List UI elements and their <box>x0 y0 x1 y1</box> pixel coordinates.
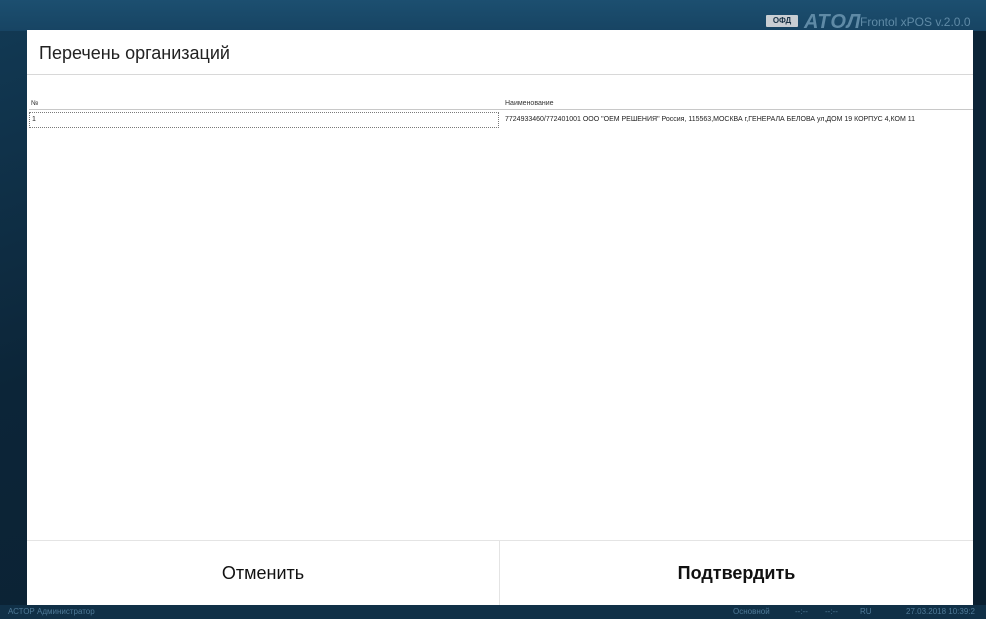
app-version: Frontol xPOS v.2.0.0 <box>860 15 971 29</box>
top-bar: ОФД АТОЛ Frontol xPOS v.2.0.0 <box>0 0 986 33</box>
table-row[interactable]: 1 7724933460/772401001 ООО "ОЕМ РЕШЕНИЯ"… <box>29 112 973 128</box>
cancel-button[interactable]: Отменить <box>27 541 499 605</box>
title-divider <box>27 74 973 75</box>
organizations-table: № Наименование 1 7724933460/772401001 ОО… <box>29 98 973 128</box>
status-mode: Основной <box>733 607 770 616</box>
header-divider <box>29 109 973 110</box>
brand-logo: АТОЛ <box>804 11 862 33</box>
row-name-cell[interactable]: 7724933460/772401001 ООО "ОЕМ РЕШЕНИЯ" Р… <box>503 112 973 128</box>
status-time-1: --:-- <box>795 607 808 616</box>
organizations-dialog: Перечень организаций № Наименование 1 77… <box>27 30 973 605</box>
row-number-cell[interactable]: 1 <box>29 112 499 128</box>
status-datetime: 27.03.2018 10:39:2 <box>906 607 975 616</box>
table-header: № Наименование <box>29 98 973 110</box>
status-bar: АСТОР Администратор Основной --:-- --:--… <box>0 605 986 619</box>
dialog-title: Перечень организаций <box>39 43 230 63</box>
status-time-2: --:-- <box>825 607 838 616</box>
confirm-button[interactable]: Подтвердить <box>500 541 973 605</box>
status-user: АСТОР Администратор <box>8 607 95 616</box>
ofd-badge: ОФД <box>766 15 798 27</box>
status-lang: RU <box>860 607 872 616</box>
